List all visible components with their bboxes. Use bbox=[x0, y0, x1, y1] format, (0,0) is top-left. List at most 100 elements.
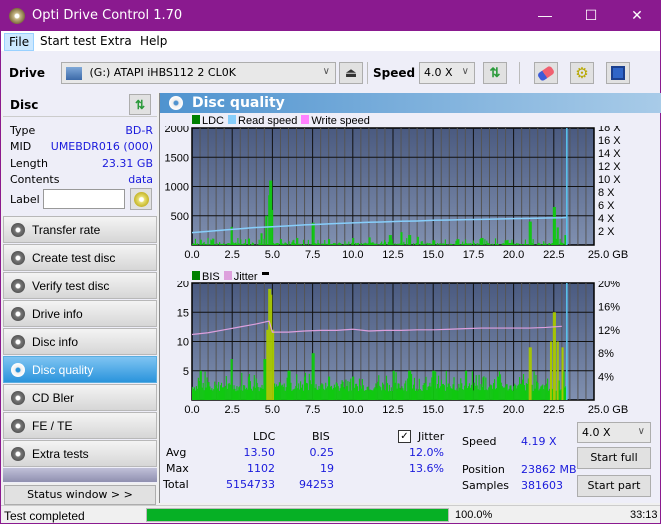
ldc-bar bbox=[409, 235, 411, 245]
bis-bar bbox=[449, 386, 451, 400]
maximize-button[interactable]: ☐ bbox=[568, 0, 614, 31]
ldc-bar bbox=[424, 243, 426, 245]
ldc-bar bbox=[266, 215, 268, 245]
nav-verify-test-disc[interactable]: Verify test disc bbox=[3, 272, 157, 299]
max-bis: 19 bbox=[320, 462, 334, 475]
ldc-bar bbox=[263, 238, 265, 245]
test-speed-select[interactable]: 4.0 X ∨ bbox=[577, 422, 651, 443]
bis-bar bbox=[501, 386, 503, 400]
max-label: Max bbox=[166, 462, 189, 475]
status-bar: Test completed 100.0% 33:13 bbox=[1, 505, 660, 523]
bis-bar bbox=[302, 390, 305, 400]
speed-select[interactable]: 4.0 X ∨ bbox=[419, 62, 475, 84]
refresh-button[interactable]: ⇅ bbox=[483, 62, 507, 84]
x-tick-label: 20.0 bbox=[503, 249, 524, 261]
ldc-bar bbox=[542, 243, 544, 245]
nav-fe-te[interactable]: FE / TE bbox=[3, 412, 157, 439]
nav-disc-quality[interactable]: Disc quality bbox=[3, 356, 157, 383]
ldc-bar bbox=[252, 242, 254, 245]
ldc-bar bbox=[394, 243, 396, 245]
bis-bar bbox=[519, 377, 521, 400]
ldc-bar bbox=[330, 244, 333, 245]
bis-bar bbox=[357, 391, 360, 400]
ldc-bar bbox=[402, 243, 404, 245]
minimize-button[interactable]: — bbox=[522, 0, 568, 31]
ldc-bar bbox=[302, 239, 305, 245]
drive-select[interactable]: (G:) ATAPI iHBS112 2 CL0K ∨ bbox=[61, 62, 336, 84]
bis-bar bbox=[382, 382, 384, 400]
menu-help[interactable]: Help bbox=[136, 33, 171, 49]
ldc-bar bbox=[277, 243, 279, 245]
ldc-bar bbox=[528, 221, 530, 245]
bis-bar bbox=[374, 387, 376, 400]
bis-bar bbox=[370, 389, 372, 400]
status-window-button[interactable]: Status window > > bbox=[4, 485, 156, 505]
x-tick-label: 12.5 bbox=[382, 249, 403, 261]
bis-bar bbox=[558, 380, 560, 400]
menu-start-test[interactable]: Start test bbox=[36, 33, 100, 49]
ldc-bar bbox=[239, 244, 241, 245]
bis-bar bbox=[508, 388, 510, 400]
bis-bar bbox=[394, 382, 396, 400]
bis-bar bbox=[462, 389, 464, 400]
cd-bler-icon bbox=[11, 391, 25, 405]
bis-bar bbox=[284, 390, 286, 400]
save-button[interactable] bbox=[606, 62, 630, 84]
ldc-bar bbox=[387, 241, 389, 245]
settings-button[interactable]: ⚙ bbox=[570, 62, 594, 84]
nav-cd-bler[interactable]: CD Bler bbox=[3, 384, 157, 411]
ldc-bar bbox=[527, 244, 529, 245]
elapsed-time: 33:13 bbox=[630, 509, 658, 521]
nav-drive-info[interactable]: Drive info bbox=[3, 300, 157, 327]
ldc-bar bbox=[229, 243, 231, 245]
bis-bar bbox=[524, 390, 526, 400]
ldc-bar bbox=[548, 243, 551, 245]
ldc-bar bbox=[379, 244, 381, 245]
ldc-bar bbox=[301, 243, 303, 245]
start-full-button[interactable]: Start full bbox=[577, 447, 651, 469]
speed-stat-value: 4.19 X bbox=[521, 435, 557, 448]
ldc-bar bbox=[192, 243, 195, 245]
ldc-bar bbox=[506, 240, 508, 245]
nav-extra-tests[interactable]: Extra tests bbox=[3, 440, 157, 467]
bis-bar bbox=[480, 384, 482, 400]
bis-bar bbox=[412, 384, 415, 400]
bis-bar bbox=[305, 382, 307, 400]
nav-disc-info[interactable]: Disc info bbox=[3, 328, 157, 355]
disc-label-button[interactable] bbox=[130, 188, 152, 210]
menu-extra[interactable]: Extra bbox=[96, 33, 136, 49]
disc-label-input[interactable] bbox=[43, 189, 125, 209]
bis-bar bbox=[245, 389, 247, 400]
disc-length-value: 23.31 GB bbox=[101, 157, 153, 170]
ldc-bar bbox=[443, 243, 445, 245]
ldc-bar bbox=[517, 243, 519, 245]
disc-refresh-button[interactable]: ⇅ bbox=[129, 94, 151, 115]
ldc-bar bbox=[348, 241, 350, 245]
bis-bar bbox=[192, 386, 194, 400]
start-part-button[interactable]: Start part bbox=[577, 475, 651, 497]
close-button[interactable]: ✕ bbox=[614, 0, 660, 31]
y2-tick-label: 12 X bbox=[598, 161, 621, 173]
ldc-bar bbox=[512, 242, 514, 245]
ldc-bar bbox=[540, 244, 542, 245]
ldc-bar bbox=[398, 244, 400, 245]
jitter-checkbox[interactable]: ✓ bbox=[398, 430, 411, 443]
ldc-bar bbox=[282, 244, 284, 245]
nav-create-test-disc[interactable]: Create test disc bbox=[3, 244, 157, 271]
nav-transfer-rate[interactable]: Transfer rate bbox=[3, 216, 157, 243]
erase-button[interactable] bbox=[534, 62, 558, 84]
ldc-bar bbox=[380, 243, 382, 245]
bis-bar bbox=[489, 386, 491, 400]
eject-button[interactable]: ⏏ bbox=[339, 62, 363, 84]
y2-tick-label: 8 X bbox=[598, 187, 615, 199]
bis-bar bbox=[352, 376, 354, 400]
bis-bar bbox=[471, 371, 473, 400]
bis-bar bbox=[376, 388, 378, 400]
bis-bar bbox=[333, 384, 335, 400]
bis-bar bbox=[307, 390, 309, 400]
menu-file[interactable]: File bbox=[4, 33, 35, 51]
bis-bar bbox=[254, 387, 256, 400]
nav-label: Transfer rate bbox=[32, 223, 101, 237]
ldc-bar bbox=[243, 243, 245, 245]
position-value: 23862 MB bbox=[521, 463, 577, 476]
